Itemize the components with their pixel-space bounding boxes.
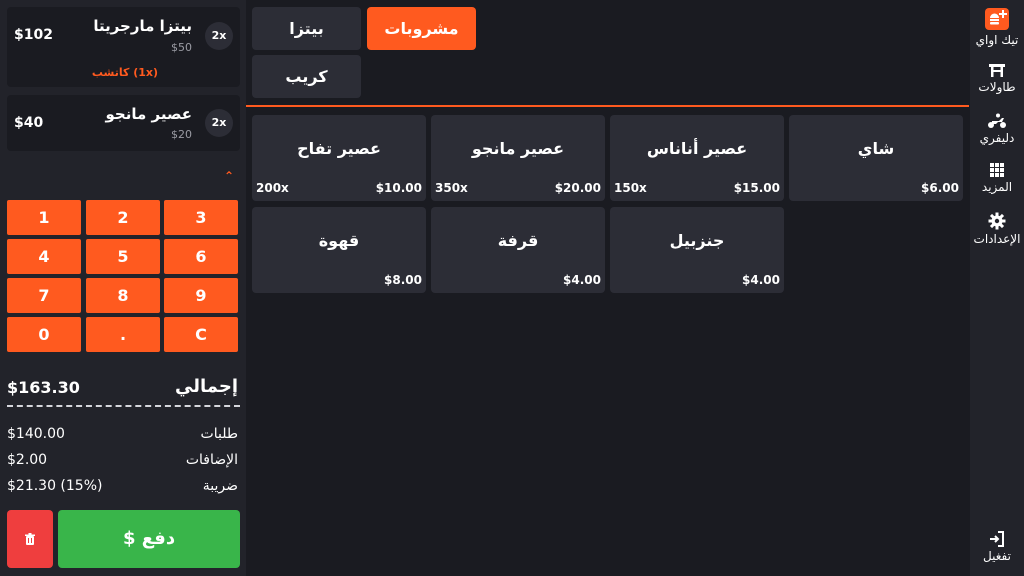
category-divider xyxy=(246,105,969,107)
side-nav: تيك اواي طاولات دليفري المزيد الإعدادات … xyxy=(970,0,1024,576)
product-price: $4.00 xyxy=(742,273,780,287)
keypad-key-7[interactable]: 7 xyxy=(7,278,81,313)
nav-item-more[interactable]: المزيد xyxy=(970,162,1024,194)
nav-item-takeaway[interactable]: تيك اواي xyxy=(970,7,1024,47)
logout-icon xyxy=(990,531,1004,547)
product-card[interactable]: عصير أناناس $15.00 150x xyxy=(610,115,784,201)
category-tab-crepe[interactable]: كريب xyxy=(252,55,361,98)
product-card[interactable]: قهوة $8.00 xyxy=(252,207,426,293)
keypad-key-dot[interactable]: . xyxy=(86,317,160,352)
nav-label: تيك اواي xyxy=(975,33,1019,47)
product-card[interactable]: عصير مانجو $20.00 350x xyxy=(431,115,605,201)
divider xyxy=(7,405,240,407)
tax-value: $21.30 (15%) xyxy=(7,478,103,494)
collapse-caret-icon[interactable]: ⌃ xyxy=(224,169,234,183)
keypad-key-4[interactable]: 4 xyxy=(7,239,81,274)
product-stock: 200x xyxy=(256,181,289,195)
keypad-key-2[interactable]: 2 xyxy=(86,200,160,235)
product-name: قرفة xyxy=(497,231,539,250)
gear-icon xyxy=(988,212,1006,230)
product-card[interactable]: عصير تفاح $10.00 200x xyxy=(252,115,426,201)
order-panel: $102 بيتزا مارجريتا $50 2x كاتشب (1x) $4… xyxy=(0,0,246,576)
product-name: جنزبيل xyxy=(669,231,725,250)
keypad-key-8[interactable]: 8 xyxy=(86,278,160,313)
order-item-total: $102 xyxy=(14,27,53,43)
order-item-name: بيتزا مارجريتا xyxy=(93,17,192,35)
order-item[interactable]: $102 بيتزا مارجريتا $50 2x كاتشب (1x) xyxy=(7,7,240,87)
product-price: $4.00 xyxy=(563,273,601,287)
orders-value: $140.00 xyxy=(7,426,65,442)
order-item-qty[interactable]: 2x xyxy=(205,109,233,137)
delete-order-button[interactable] xyxy=(7,510,53,568)
nav-item-logout[interactable]: تفغيل xyxy=(970,531,1024,563)
product-card[interactable]: قرفة $4.00 xyxy=(431,207,605,293)
grid-icon xyxy=(990,163,1004,177)
table-icon xyxy=(989,64,1005,77)
nav-label: دليفري xyxy=(979,131,1015,145)
total-label: إجمالي xyxy=(175,376,238,397)
keypad-key-6[interactable]: 6 xyxy=(164,239,238,274)
order-item-addon: كاتشب (1x) xyxy=(91,66,158,79)
nav-label: المزيد xyxy=(981,180,1013,194)
nav-label: تفغيل xyxy=(983,549,1011,563)
product-price: $15.00 xyxy=(733,181,780,195)
keypad-key-clear[interactable]: C xyxy=(164,317,238,352)
nav-label: الإعدادات xyxy=(973,232,1021,246)
orders-label: طلبات xyxy=(200,426,238,442)
pay-button[interactable]: $ دفع xyxy=(58,510,240,568)
keypad-key-3[interactable]: 3 xyxy=(164,200,238,235)
product-stock: 350x xyxy=(435,181,468,195)
product-stock: 150x xyxy=(614,181,647,195)
order-item[interactable]: $40 عصير مانجو $20 2x xyxy=(7,95,240,151)
product-name: عصير أناناس xyxy=(646,139,748,158)
takeaway-icon xyxy=(985,8,1009,30)
product-name: عصير مانجو xyxy=(471,139,565,158)
keypad-key-1[interactable]: 1 xyxy=(7,200,81,235)
order-item-unit-price: $20 xyxy=(171,128,192,141)
total-value: $163.30 xyxy=(7,378,80,397)
product-name: قهوة xyxy=(318,231,360,250)
order-item-qty[interactable]: 2x xyxy=(205,22,233,50)
keypad-key-9[interactable]: 9 xyxy=(164,278,238,313)
product-price: $6.00 xyxy=(921,181,959,195)
product-card[interactable]: شاي $6.00 xyxy=(789,115,963,201)
trash-icon xyxy=(25,533,35,545)
nav-item-tables[interactable]: طاولات xyxy=(970,62,1024,94)
order-item-name: عصير مانجو xyxy=(105,105,192,123)
product-price: $10.00 xyxy=(375,181,422,195)
nav-label: طاولات xyxy=(978,80,1016,94)
product-card[interactable]: جنزبيل $4.00 xyxy=(610,207,784,293)
product-price: $20.00 xyxy=(554,181,601,195)
product-price: $8.00 xyxy=(384,273,422,287)
nav-item-delivery[interactable]: دليفري xyxy=(970,113,1024,145)
order-item-total: $40 xyxy=(14,115,44,131)
order-item-unit-price: $50 xyxy=(171,41,192,54)
nav-item-settings[interactable]: الإعدادات xyxy=(970,212,1024,246)
delivery-icon xyxy=(988,113,1006,128)
category-tab-drinks[interactable]: مشروبات xyxy=(367,7,476,50)
keypad-key-5[interactable]: 5 xyxy=(86,239,160,274)
category-tab-pizza[interactable]: بيتزا xyxy=(252,7,361,50)
tax-label: ضريبة xyxy=(202,478,238,494)
product-name: عصير تفاح xyxy=(297,139,381,158)
addons-value: $2.00 xyxy=(7,452,48,468)
addons-label: الإضافات xyxy=(185,452,238,468)
product-name: شاي xyxy=(857,139,895,158)
keypad-key-0[interactable]: 0 xyxy=(7,317,81,352)
